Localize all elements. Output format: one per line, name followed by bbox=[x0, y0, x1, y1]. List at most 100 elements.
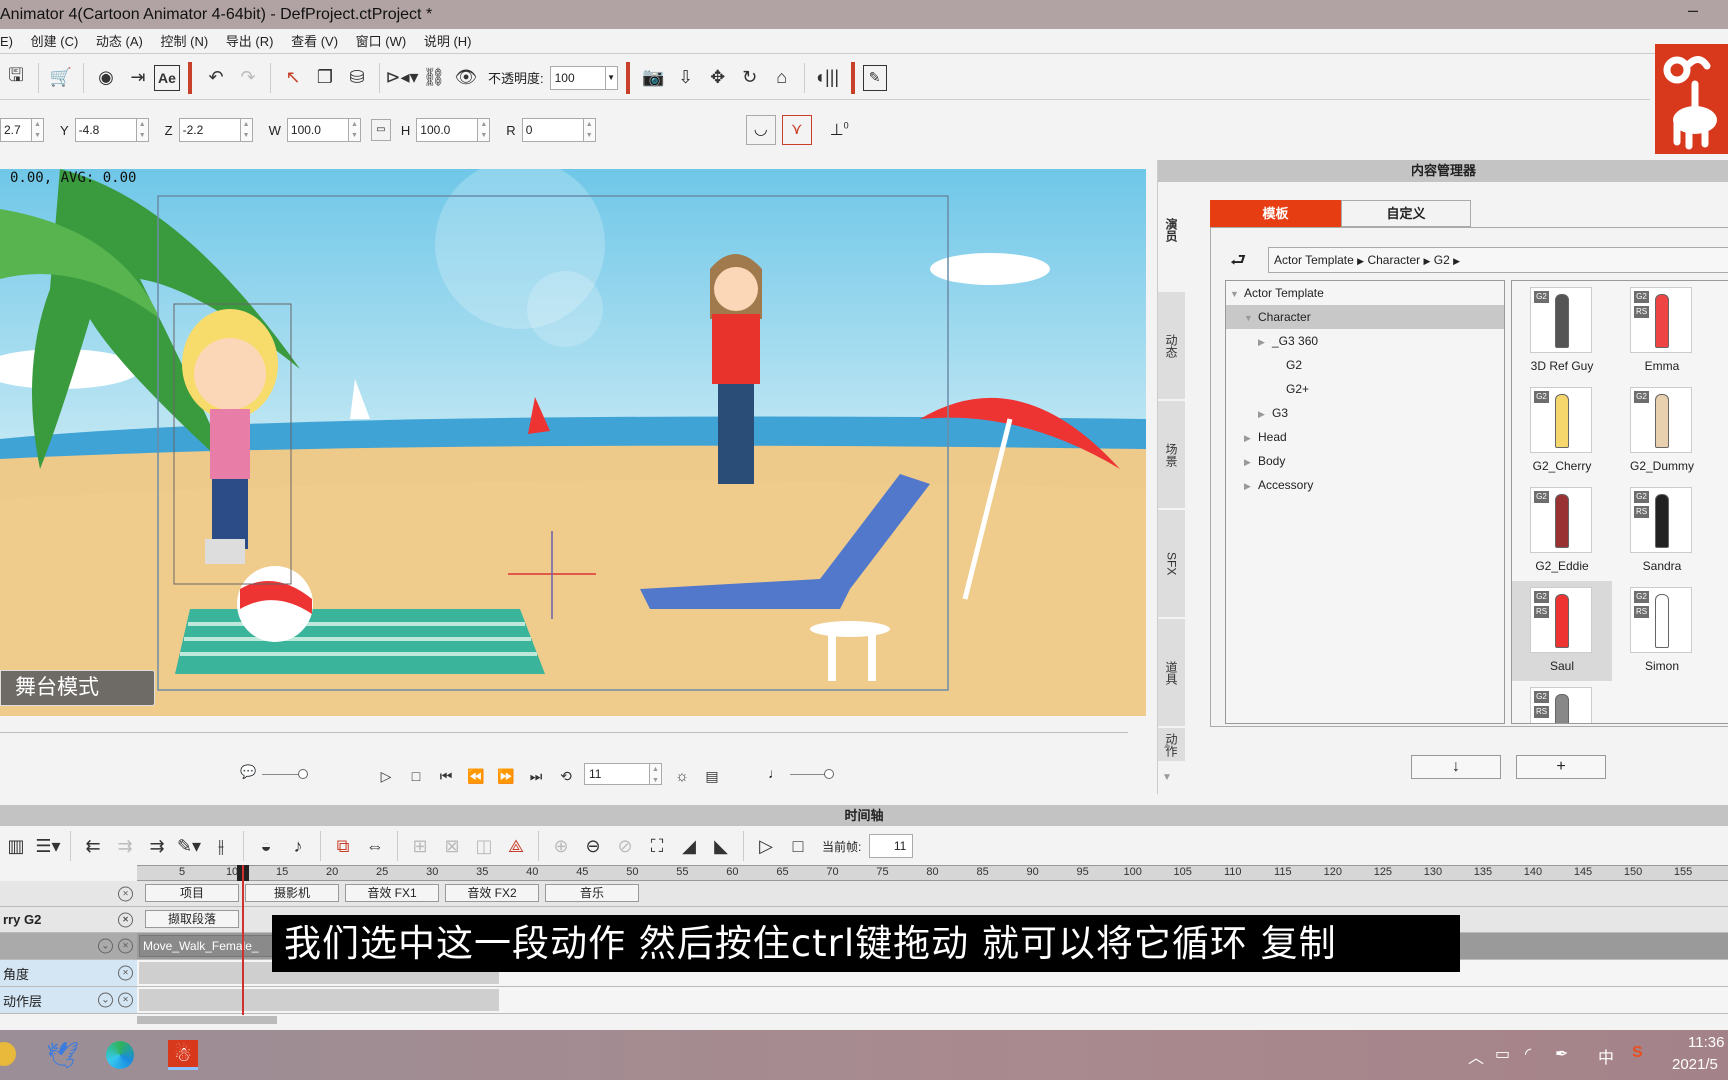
slider-knob[interactable] bbox=[298, 769, 308, 779]
caret-right-icon[interactable]: ▶ bbox=[1244, 474, 1258, 498]
prev-key-icon[interactable]: ◢ bbox=[673, 830, 705, 862]
tree-node[interactable]: ▶ _G3 360 bbox=[1226, 329, 1504, 353]
tree-node[interactable]: ▼ Character bbox=[1226, 305, 1504, 329]
lips-icon[interactable]: ◒ bbox=[250, 830, 282, 862]
bird-app-icon[interactable]: 🕊 bbox=[46, 1040, 79, 1071]
caret-right-icon[interactable]: ▶ bbox=[1244, 426, 1258, 450]
template-item[interactable]: G2 3D Ref Guy bbox=[1512, 281, 1612, 381]
playhead[interactable] bbox=[242, 865, 244, 1015]
template-item[interactable]: G2 RS Simon bbox=[1612, 581, 1712, 681]
home-icon[interactable]: ⌂ bbox=[766, 62, 798, 94]
scroll-down-icon[interactable]: ▼ bbox=[1162, 772, 1172, 783]
tab-template[interactable]: 模板 bbox=[1210, 200, 1341, 227]
timeline-ruler[interactable]: 5 10 15 20 25 30 35 40 45 50 55 60 65 70 75 80 85 90 95 100… bbox=[137, 865, 1728, 881]
caret-right-icon[interactable]: ▶ bbox=[1258, 330, 1272, 354]
play-icon[interactable]: ▷ bbox=[750, 830, 782, 862]
angle-icon[interactable]: ⊥0 bbox=[830, 120, 849, 140]
r-spinner[interactable]: ▲ ▼ bbox=[583, 118, 596, 142]
side-tab-sfx[interactable]: SFX bbox=[1158, 510, 1185, 618]
track-button[interactable]: 音乐 bbox=[545, 884, 639, 902]
copy-icon[interactable]: ❐ bbox=[309, 62, 341, 94]
clip-range[interactable] bbox=[139, 989, 499, 1011]
w-input[interactable]: 100.0 bbox=[286, 118, 349, 142]
flatten-icon[interactable]: ⟁ bbox=[500, 830, 532, 862]
template-item[interactable]: G2 RS Emma bbox=[1612, 281, 1712, 381]
chevron-up-icon[interactable]: ︿ bbox=[1468, 1044, 1484, 1068]
frame-spinner[interactable]: ▲ ▼ bbox=[650, 763, 662, 785]
key-prev-icon[interactable]: ⇇ bbox=[77, 830, 109, 862]
clock-time[interactable]: 11:36 bbox=[1688, 1034, 1724, 1051]
back-icon[interactable]: ⮐ bbox=[1230, 248, 1246, 278]
stage-viewport[interactable] bbox=[0, 169, 1146, 716]
tree-node[interactable]: ▶ Head bbox=[1226, 425, 1504, 449]
y-input[interactable]: -4.8 bbox=[74, 118, 137, 142]
caret-down-icon[interactable]: ▼ bbox=[1244, 306, 1258, 330]
curve-v-icon[interactable]: ⋎ bbox=[781, 115, 812, 145]
menu-create[interactable]: 创建 (C) bbox=[31, 34, 79, 49]
loop-icon[interactable]: ⟲ bbox=[550, 760, 582, 792]
fit-icon[interactable]: ⛶ bbox=[641, 830, 673, 862]
close-track-icon[interactable]: × bbox=[118, 886, 133, 901]
render-icon[interactable]: ▤ bbox=[696, 760, 728, 792]
preview-icon[interactable]: ◉ bbox=[90, 62, 122, 94]
edit-key-icon[interactable]: ✎▾ bbox=[173, 830, 205, 862]
insert-icon[interactable]: ⊞ bbox=[404, 830, 436, 862]
battery-icon[interactable]: ▭ bbox=[1495, 1044, 1510, 1064]
subtitle-icon[interactable]: 💬 bbox=[240, 764, 256, 780]
split-icon[interactable]: ⫲ bbox=[205, 830, 237, 862]
rotate-icon[interactable]: ↻ bbox=[734, 62, 766, 94]
pen-icon[interactable]: ✒ bbox=[1555, 1044, 1568, 1064]
template-item[interactable]: G2 G2_Eddie bbox=[1512, 481, 1612, 581]
save-icon[interactable]: 🖫 bbox=[0, 62, 32, 94]
menu-control[interactable]: 控制 (N) bbox=[161, 34, 209, 49]
frame-input[interactable]: 11 bbox=[584, 763, 650, 785]
caret-right-icon[interactable]: ▶ bbox=[1244, 450, 1258, 474]
x-input[interactable]: 2.7 bbox=[0, 118, 32, 142]
template-item[interactable]: G2 RS Saul bbox=[1512, 581, 1612, 681]
delete-icon[interactable]: ⊠ bbox=[436, 830, 468, 862]
camera-icon[interactable]: 📷 bbox=[638, 62, 670, 94]
zoom-reset-icon[interactable]: ⊘ bbox=[609, 830, 641, 862]
key-next-icon[interactable]: ⇉ bbox=[141, 830, 173, 862]
track-button[interactable]: 音效 FX1 bbox=[345, 884, 439, 902]
prev-frame-icon[interactable]: ⏪ bbox=[460, 760, 492, 792]
motion-clip[interactable]: Move_Walk_Female_ bbox=[139, 935, 274, 957]
link-icon[interactable]: ⛓ bbox=[418, 62, 450, 94]
clock-date[interactable]: 2021/5 bbox=[1672, 1056, 1718, 1073]
close-track-icon[interactable]: × bbox=[118, 965, 133, 981]
tree-node[interactable]: G2 bbox=[1226, 353, 1504, 377]
move-icon[interactable]: ✥ bbox=[702, 62, 734, 94]
x-spinner[interactable]: ▲ ▼ bbox=[32, 118, 44, 142]
store-cart-icon[interactable]: 🛒 bbox=[45, 62, 77, 94]
editor-icon[interactable]: ✎ bbox=[862, 64, 887, 91]
expand-icon[interactable]: ⌄ bbox=[98, 938, 113, 954]
minimize-button[interactable]: – bbox=[1688, 0, 1698, 21]
tree-node[interactable]: G2+ bbox=[1226, 377, 1504, 401]
menu-window[interactable]: 窗口 (W) bbox=[356, 34, 407, 49]
layer-icon[interactable]: ☰▾ bbox=[32, 830, 64, 862]
select-arrow-icon[interactable]: ↖ bbox=[277, 62, 309, 94]
tab-custom[interactable]: 自定义 bbox=[1341, 200, 1471, 227]
merge-icon[interactable]: ◫ bbox=[468, 830, 500, 862]
breadcrumb-item[interactable]: Actor Template bbox=[1274, 253, 1354, 267]
z-input[interactable]: -2.2 bbox=[178, 118, 241, 142]
opacity-select[interactable]: 100 ▼ bbox=[549, 65, 618, 90]
import-icon[interactable]: ⇥ bbox=[122, 62, 154, 94]
menu-help[interactable]: 说明 (H) bbox=[424, 34, 472, 49]
edge-icon[interactable] bbox=[106, 1041, 134, 1069]
undo-icon[interactable]: ↶ bbox=[200, 62, 232, 94]
stop-icon[interactable]: □ bbox=[782, 830, 814, 862]
music-list-icon[interactable]: ♪ bbox=[282, 830, 314, 862]
cartoon-animator-icon[interactable]: ☃ bbox=[168, 1040, 198, 1070]
download-button[interactable]: ↓ bbox=[1411, 755, 1501, 779]
track-button[interactable]: 音效 FX2 bbox=[445, 884, 539, 902]
caret-right-icon[interactable]: ▶ bbox=[1258, 402, 1272, 426]
track-icon[interactable]: ▥ bbox=[0, 830, 32, 862]
side-tab-motion[interactable]: 动态 bbox=[1158, 292, 1185, 400]
curve-ease-icon[interactable]: ◡ bbox=[745, 115, 776, 145]
r-input[interactable]: 0 bbox=[521, 118, 584, 142]
template-item[interactable]: G2 RS bbox=[1512, 681, 1612, 723]
track-button[interactable]: 摄影机 bbox=[245, 884, 339, 902]
w-spinner[interactable]: ▲ ▼ bbox=[348, 118, 361, 142]
move-vertical-icon[interactable]: ⇩ bbox=[670, 62, 702, 94]
